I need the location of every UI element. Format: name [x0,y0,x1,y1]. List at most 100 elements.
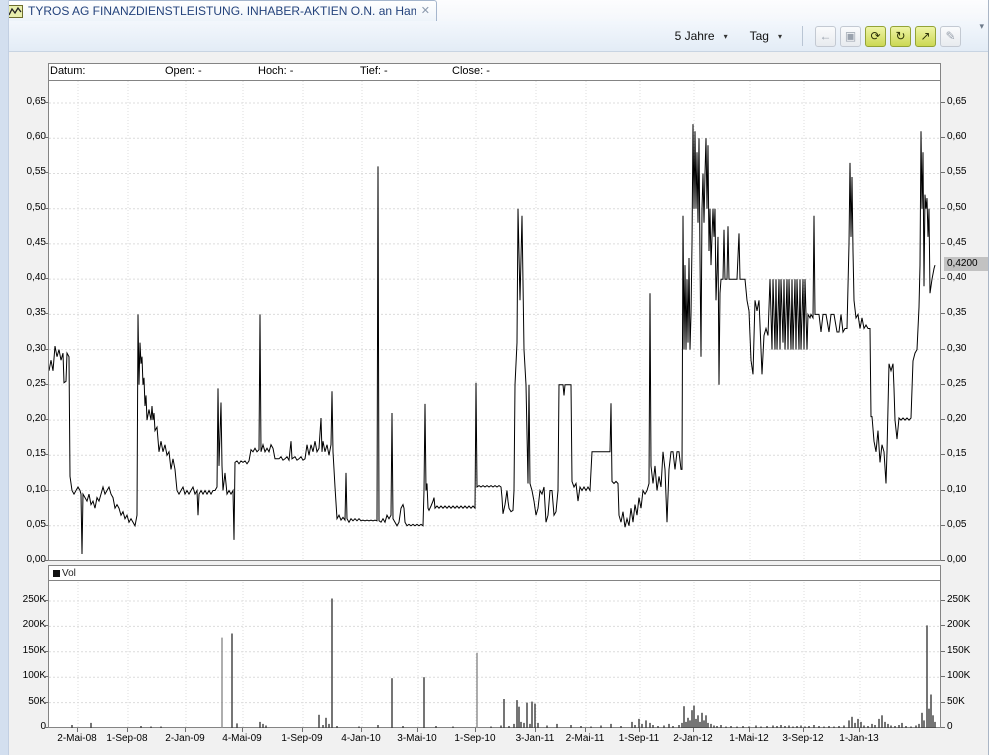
price-axis-label-left: 0,40 [8,272,46,284]
axis-tick [44,727,48,728]
axis-tick [941,560,945,561]
axis-tick [693,728,694,732]
date-axis-label: 4-Mai-09 [212,733,272,745]
axis-tick [77,728,78,732]
axis-tick [941,243,945,244]
refresh-button[interactable]: ⟳ [865,26,886,47]
axis-tick [242,728,243,732]
price-axis-label-left: 0,45 [8,237,46,249]
toolbar-overflow-chevron-icon[interactable]: ▾ [979,21,984,32]
volume-axis-label-left: 50K [8,696,46,708]
axis-tick [44,490,48,491]
price-axis-label-left: 0,65 [8,96,46,108]
price-axis-label-right: 0,20 [947,413,989,425]
price-axis-label-left: 0,15 [8,448,46,460]
axis-tick [941,490,945,491]
price-axis-label-right: 0,40 [947,272,989,284]
toolbar-separator [802,26,803,46]
date-axis-label: 4-Jan-10 [331,733,391,745]
tab-tyros-chart[interactable]: TYROS AG FINANZDIENSTLEISTUNG. INHABER-A… [0,0,437,21]
reload-icon: ↻ [895,29,905,43]
price-plot[interactable] [49,81,940,561]
axis-tick [941,702,945,703]
ohlc-field: Open: - [165,65,202,77]
axis-tick [941,625,945,626]
volume-axis-label-left: 200K [8,619,46,631]
period-dropdown[interactable]: 5 Jahre ▾ [671,27,732,45]
tab-close-icon[interactable]: ✕ [421,6,430,17]
axis-tick [941,278,945,279]
chart-icon [7,5,23,18]
save-icon: ▣ [845,29,856,43]
back-button[interactable]: ← [815,26,836,47]
axis-tick [44,349,48,350]
volume-axis-label-left: 100K [8,670,46,682]
axis-tick [941,727,945,728]
volume-axis-label-left: 150K [8,645,46,657]
price-axis-label-left: 0,50 [8,202,46,214]
volume-axis-label-left: 0 [8,721,46,733]
price-axis-label-left: 0,60 [8,131,46,143]
axis-tick [941,313,945,314]
refresh-icon: ⟳ [870,29,880,43]
axis-tick [44,172,48,173]
price-axis-label-right: 0,55 [947,166,989,178]
price-axis-label-right: 0,25 [947,378,989,390]
volume-plot[interactable] [49,582,940,728]
price-axis-label-right: 0,50 [947,202,989,214]
axis-tick [941,525,945,526]
axis-tick [302,728,303,732]
price-axis-label-left: 0,00 [8,554,46,566]
trend-button[interactable]: ↗ [915,26,936,47]
ohlc-strip: Datum:Open: -Hoch: -Tief: -Close: - [49,64,940,81]
price-axis-label-right: 0,30 [947,343,989,355]
axis-tick [941,651,945,652]
volume-legend-label: Vol [62,568,76,579]
axis-tick [44,243,48,244]
price-axis-label-left: 0,10 [8,484,46,496]
axis-tick [44,454,48,455]
reload-button[interactable]: ↻ [890,26,911,47]
date-axis-label: 3-Mai-10 [387,733,447,745]
axis-tick [44,137,48,138]
axis-tick [361,728,362,732]
chevron-down-icon: ▾ [778,32,782,41]
axis-tick [941,102,945,103]
axis-tick [535,728,536,732]
save-button[interactable]: ▣ [840,26,861,47]
axis-tick [639,728,640,732]
date-axis-label: 2-Mai-11 [555,733,615,745]
axis-tick [585,728,586,732]
axis-tick [44,278,48,279]
axis-tick [749,728,750,732]
price-axis-label-right: 0,05 [947,519,989,531]
axis-tick [44,384,48,385]
price-axis-label-left: 0,30 [8,343,46,355]
axis-tick [941,419,945,420]
date-axis-label: 1-Sep-10 [445,733,505,745]
price-axis-label-right: 0,10 [947,484,989,496]
volume-legend: Vol [49,566,940,581]
price-axis-label-left: 0,55 [8,166,46,178]
price-axis-label-left: 0,25 [8,378,46,390]
volume-panel: Vol [48,565,941,728]
axis-tick [941,600,945,601]
chart-window: TYROS AG FINANZDIENSTLEISTUNG. INHABER-A… [0,0,989,755]
price-axis-label-right: 0,65 [947,96,989,108]
axis-tick [44,676,48,677]
toolbar: 5 Jahre ▾ Tag ▾ ← ▣ ⟳ ↻ ↗ ✎ ▾ [0,21,989,52]
ohlc-field: Hoch: - [258,65,293,77]
date-axis-label: 1-Sep-09 [272,733,332,745]
draw-line-icon: ✎ [945,29,955,43]
volume-legend-swatch-icon [53,570,60,577]
last-price-marker: 0,4200 [944,257,989,271]
axis-tick [475,728,476,732]
date-axis-label: 1-Mai-12 [719,733,779,745]
interval-dropdown[interactable]: Tag ▾ [746,27,786,45]
date-axis-label: 2-Jan-12 [663,733,723,745]
axis-tick [185,728,186,732]
volume-axis-label-right: 0 [947,721,989,733]
draw-line-button[interactable]: ✎ [940,26,961,47]
axis-tick [44,102,48,103]
trend-icon: ↗ [920,29,930,43]
